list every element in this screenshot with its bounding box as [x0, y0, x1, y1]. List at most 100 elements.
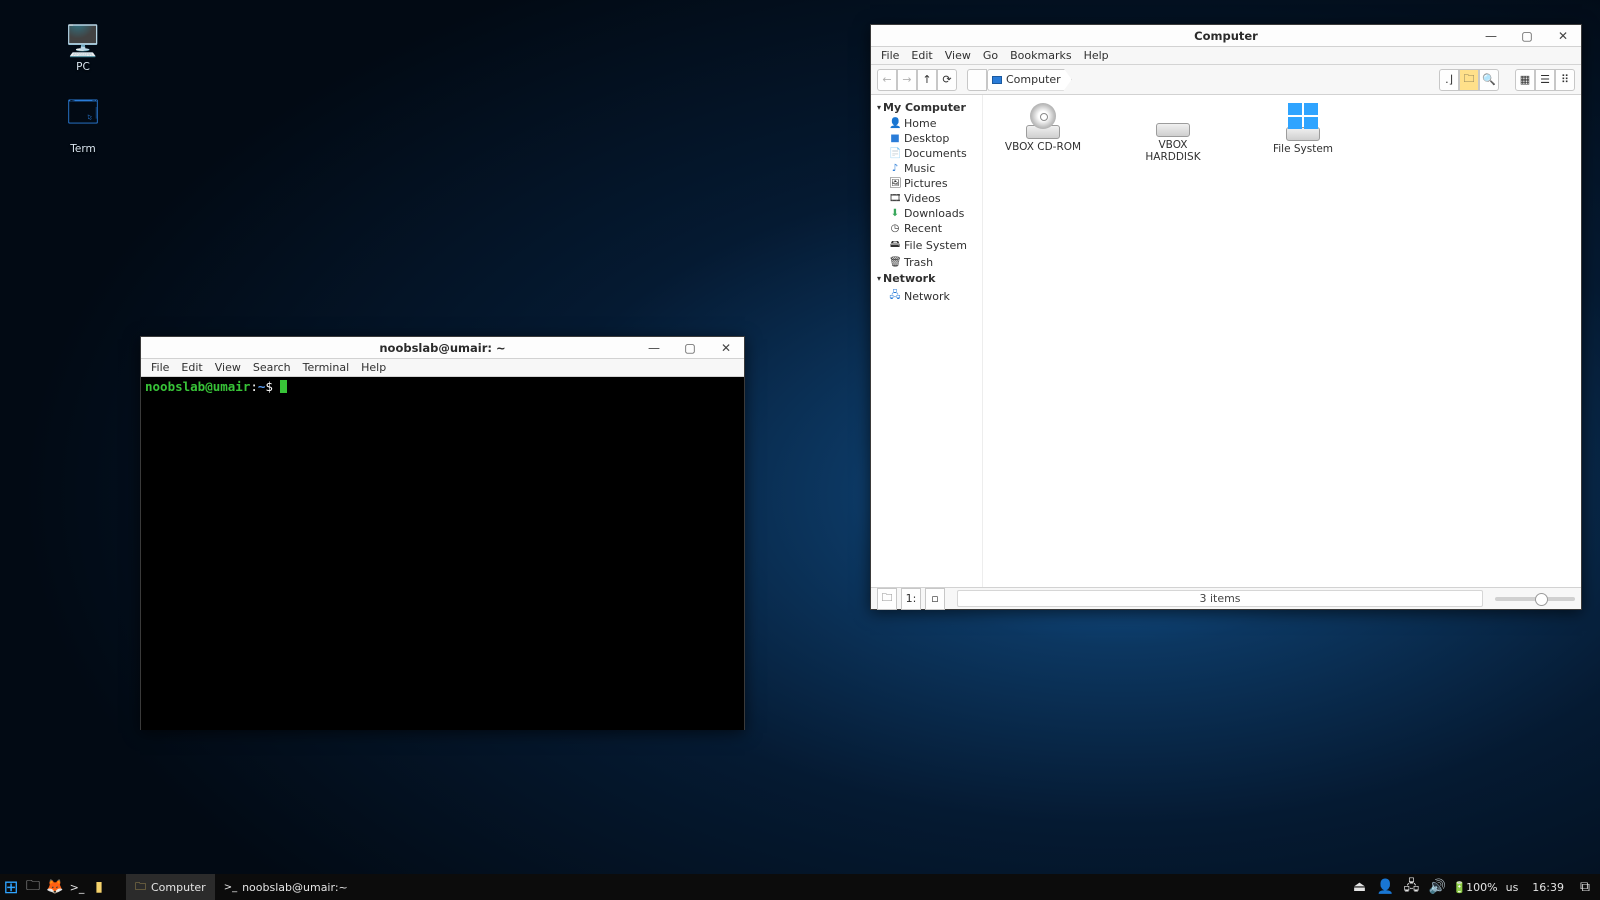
- maximize-button[interactable]: ▢: [672, 337, 708, 359]
- sidebar-item-label: Desktop: [904, 132, 949, 145]
- zoom-slider[interactable]: [1495, 597, 1575, 601]
- path-root-button[interactable]: [967, 69, 987, 91]
- sidebar-item-label: Network: [904, 290, 950, 303]
- sidebar-item-label: Recent: [904, 222, 942, 235]
- close-button[interactable]: ✕: [708, 337, 744, 359]
- close-button[interactable]: ✕: [1545, 25, 1581, 47]
- desktop-icon-pc[interactable]: 🖥️ PC: [53, 24, 113, 73]
- taskbar-firefox-icon[interactable]: 🦊: [44, 876, 66, 898]
- menu-view[interactable]: View: [209, 360, 247, 375]
- search-button[interactable]: 🔍: [1479, 69, 1499, 91]
- drive-label: File System: [1263, 143, 1343, 155]
- videos-icon: 🎞: [889, 193, 901, 204]
- sidebar-head-computer[interactable]: My Computer: [877, 99, 982, 116]
- menu-file[interactable]: File: [875, 48, 905, 63]
- taskbar-filemanager-icon[interactable]: 🗀: [22, 876, 44, 898]
- sidebar-item-label: File System: [904, 239, 967, 252]
- music-icon: ♪: [889, 163, 901, 174]
- nav-forward-button[interactable]: →: [897, 69, 917, 91]
- tray-battery-icon[interactable]: 🔋100%: [1452, 881, 1497, 894]
- tray-keyboard[interactable]: us: [1502, 881, 1523, 894]
- menu-edit[interactable]: Edit: [175, 360, 208, 375]
- menu-terminal[interactable]: Terminal: [297, 360, 356, 375]
- minimize-button[interactable]: —: [1473, 25, 1509, 47]
- tray-network-icon[interactable]: 🖧: [1400, 876, 1422, 898]
- menu-help[interactable]: Help: [1078, 48, 1115, 63]
- sidebar-item-recent[interactable]: ◷Recent: [877, 221, 982, 236]
- filemanager-title: Computer: [1194, 29, 1258, 43]
- home-button[interactable]: 🗀: [1459, 69, 1479, 91]
- status-text: 3 items: [957, 590, 1483, 607]
- sidebar-head-network[interactable]: Network: [877, 270, 982, 287]
- task-label: Computer: [151, 881, 206, 894]
- taskbar-notes-icon[interactable]: ▮: [88, 876, 110, 898]
- sidebar-item-network[interactable]: 🖧Network: [877, 287, 982, 306]
- menu-help[interactable]: Help: [355, 360, 392, 375]
- tray-usb-icon[interactable]: ⏏: [1348, 876, 1370, 898]
- desktop-icon-label: Term: [53, 143, 113, 155]
- minimize-button[interactable]: —: [636, 337, 672, 359]
- menu-view[interactable]: View: [939, 48, 977, 63]
- optical-disc-icon: [1030, 103, 1056, 129]
- prompt-user: noobslab@umair: [145, 379, 250, 394]
- recent-icon: ◷: [889, 223, 901, 234]
- filemanager-titlebar[interactable]: Computer — ▢ ✕: [871, 25, 1581, 47]
- drive-item-file-system[interactable]: File System: [1263, 101, 1343, 155]
- folder-icon: 🗀: [135, 878, 146, 897]
- view-compact-button[interactable]: ⠿: [1555, 69, 1575, 91]
- tray-volume-icon[interactable]: 🔊: [1426, 876, 1448, 898]
- sidebar-item-documents[interactable]: 📄Documents: [877, 146, 982, 161]
- tray-clock[interactable]: 16:39: [1526, 881, 1570, 894]
- menu-edit[interactable]: Edit: [905, 48, 938, 63]
- terminal-window[interactable]: noobslab@umair: ~ — ▢ ✕ File Edit View S…: [140, 336, 745, 730]
- tray-user-icon[interactable]: 👤: [1374, 876, 1396, 898]
- menu-file[interactable]: File: [145, 360, 175, 375]
- menu-search[interactable]: Search: [247, 360, 297, 375]
- terminal-cursor: [280, 380, 287, 393]
- status-mode-3[interactable]: ▫: [925, 588, 945, 610]
- drive-label: VBOX HARDDISK: [1133, 139, 1213, 163]
- sidebar-item-music[interactable]: ♪Music: [877, 161, 982, 176]
- taskbar-task-terminal[interactable]: >_ noobslab@umair:~: [215, 874, 357, 900]
- start-button[interactable]: ⊞: [0, 876, 22, 898]
- sidebar-item-desktop[interactable]: ■Desktop: [877, 131, 982, 146]
- taskbar-terminal-icon[interactable]: >_: [66, 876, 88, 898]
- sidebar-item-pictures[interactable]: 🖼Pictures: [877, 176, 982, 191]
- maximize-button[interactable]: ▢: [1509, 25, 1545, 47]
- filemanager-window[interactable]: Computer — ▢ ✕ File Edit View Go Bookmar…: [870, 24, 1582, 610]
- view-icons-button[interactable]: ▦: [1515, 69, 1535, 91]
- taskbar-task-computer[interactable]: 🗀 Computer: [126, 874, 215, 900]
- terminal-titlebar[interactable]: noobslab@umair: ~ — ▢ ✕: [141, 337, 744, 359]
- sidebar-item-trash[interactable]: 🗑Trash: [877, 255, 982, 270]
- breadcrumb[interactable]: Computer: [987, 69, 1072, 91]
- tray-show-desktop[interactable]: ⧉: [1574, 876, 1596, 898]
- nav-back-button[interactable]: ←: [877, 69, 897, 91]
- filemanager-iconview[interactable]: VBOX CD-ROM VBOX HARDDISK File System: [983, 95, 1581, 587]
- trash-icon: 🗑: [889, 257, 901, 268]
- sidebar-item-file-system[interactable]: 🖴File System: [877, 236, 982, 255]
- drive-item-vbox-harddisk[interactable]: VBOX HARDDISK: [1133, 101, 1213, 163]
- filemanager-sidebar: My Computer 👤Home■Desktop📄Documents♪Musi…: [871, 95, 983, 587]
- term-icon: 🗔: [53, 90, 113, 141]
- terminal-menubar: File Edit View Search Terminal Help: [141, 359, 744, 377]
- drive-icon: [1286, 127, 1320, 141]
- file system-icon: 🖴: [889, 237, 901, 254]
- sidebar-item-home[interactable]: 👤Home: [877, 116, 982, 131]
- nav-up-button[interactable]: ↑: [917, 69, 937, 91]
- sidebar-item-label: Home: [904, 117, 936, 130]
- terminal-icon: >_: [224, 882, 237, 893]
- sidebar-item-downloads[interactable]: ⬇Downloads: [877, 206, 982, 221]
- view-list-button[interactable]: ☰: [1535, 69, 1555, 91]
- status-mode-1[interactable]: 🗀: [877, 588, 897, 610]
- menu-go[interactable]: Go: [977, 48, 1004, 63]
- status-mode-2[interactable]: 1:: [901, 588, 921, 610]
- desktop-icon-term[interactable]: 🗔 Term: [53, 90, 113, 155]
- sidebar-item-videos[interactable]: 🎞Videos: [877, 191, 982, 206]
- menu-bookmarks[interactable]: Bookmarks: [1004, 48, 1077, 63]
- drive-item-vbox-cd-rom[interactable]: VBOX CD-ROM: [1003, 101, 1083, 153]
- pictures-icon: 🖼: [889, 178, 901, 189]
- terminal-body[interactable]: noobslab@umair:~$: [141, 377, 744, 730]
- location-button[interactable]: .⌋: [1439, 69, 1459, 91]
- nav-reload-button[interactable]: ⟳: [937, 69, 957, 91]
- harddisk-icon: [1156, 123, 1190, 137]
